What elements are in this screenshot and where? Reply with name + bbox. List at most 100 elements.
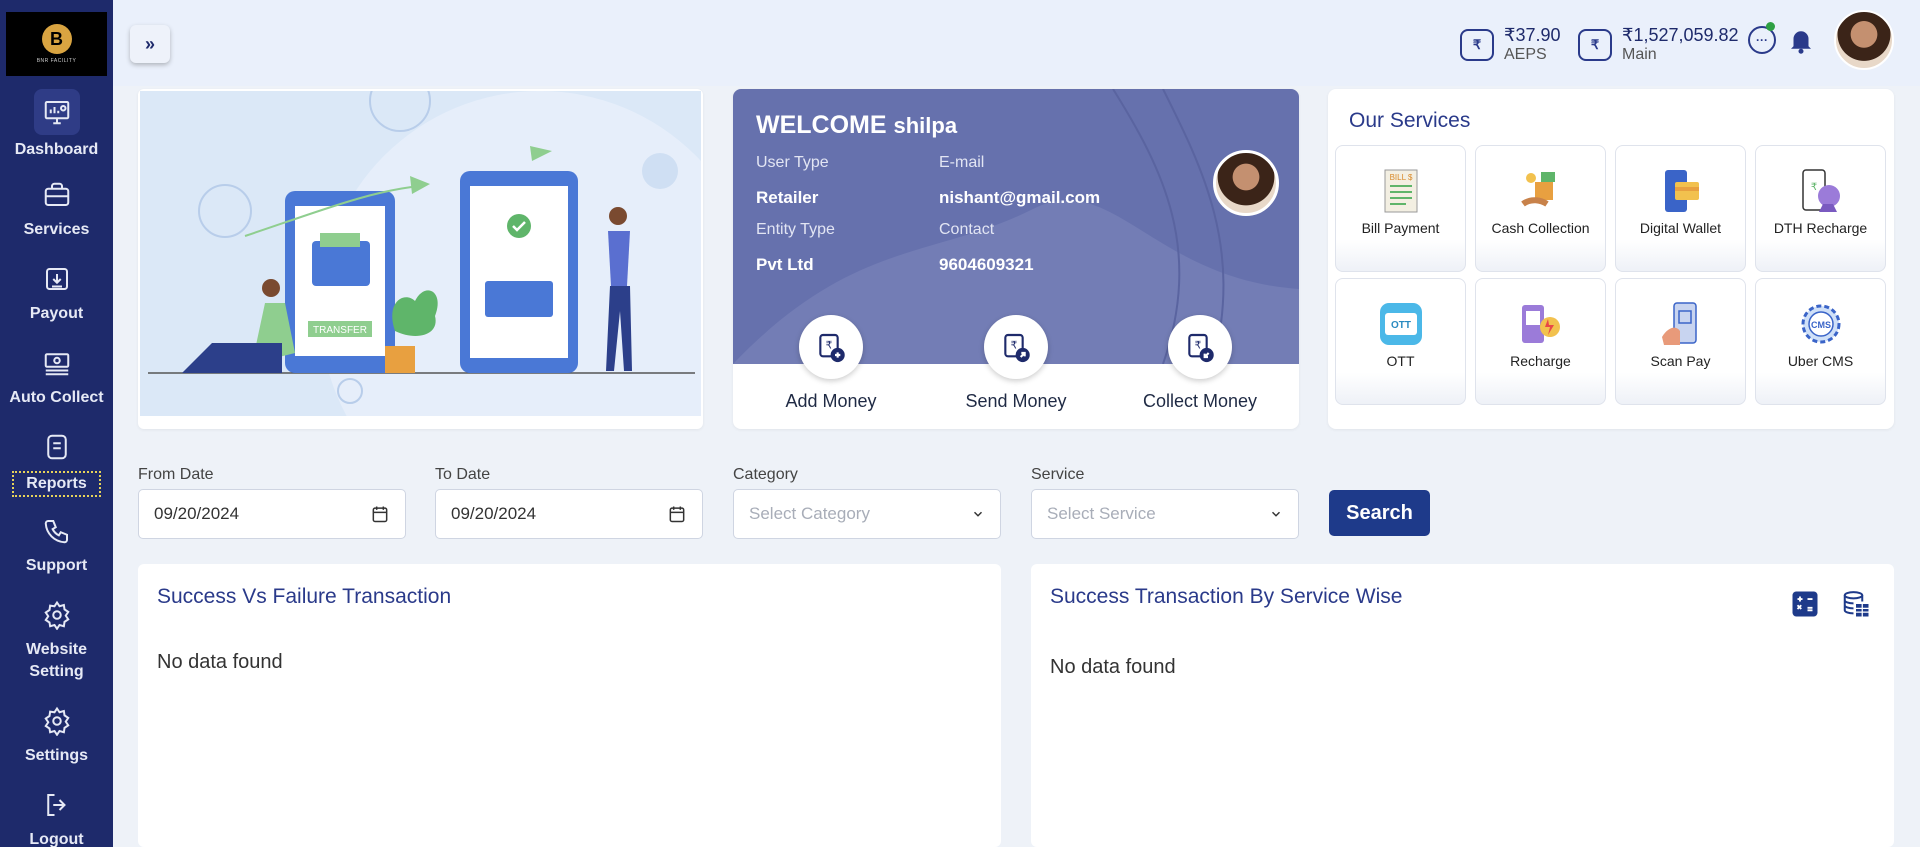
services-card: Our Services BILL $ Bill Payment Cash Co… bbox=[1328, 89, 1894, 429]
sidebar-item-services[interactable]: Services bbox=[0, 175, 113, 241]
sidebar-label: Dashboard bbox=[14, 141, 99, 158]
collect-money-button[interactable]: ₹ Collect Money bbox=[1115, 315, 1285, 412]
welcome-title: WELCOME shilpa bbox=[756, 111, 957, 140]
dashboard-icon bbox=[33, 89, 80, 135]
sidebar-item-logout[interactable]: Logout bbox=[0, 785, 113, 847]
wallet-icon bbox=[1656, 166, 1706, 216]
sidebar-label: Auto Collect bbox=[9, 389, 104, 406]
service-digital-wallet[interactable]: Digital Wallet bbox=[1615, 145, 1746, 272]
service-label: Uber CMS bbox=[1787, 353, 1854, 369]
panel-title: Success Transaction By Service Wise bbox=[1050, 585, 1403, 608]
collect-money-icon: ₹ bbox=[1168, 315, 1232, 379]
entity-type-value: Pvt Ltd bbox=[756, 255, 814, 274]
sidebar-label: Payout bbox=[29, 305, 84, 322]
service-cash-collection[interactable]: Cash Collection bbox=[1475, 145, 1606, 272]
sidebar-toggle-button[interactable]: » bbox=[130, 25, 170, 63]
service-label: DTH Recharge bbox=[1773, 220, 1868, 236]
email-label: E-mail bbox=[939, 154, 985, 171]
send-money-button[interactable]: ₹ Send Money bbox=[931, 315, 1101, 412]
to-date-input[interactable]: 09/20/2024 bbox=[435, 489, 703, 539]
svg-text:₹: ₹ bbox=[1810, 182, 1816, 193]
service-dth-recharge[interactable]: ₹ DTH Recharge bbox=[1755, 145, 1886, 272]
svg-text:₹: ₹ bbox=[1011, 339, 1018, 351]
ott-icon: OTT bbox=[1376, 299, 1426, 349]
welcome-card: WELCOME shilpa User Type E-mail Retailer… bbox=[733, 89, 1299, 429]
reports-icon bbox=[37, 427, 77, 467]
category-label: Category bbox=[733, 466, 798, 483]
service-label: OTT bbox=[1386, 353, 1415, 369]
briefcase-icon bbox=[37, 175, 77, 215]
welcome-heading: WELCOME bbox=[756, 111, 887, 139]
entity-type-label: Entity Type bbox=[756, 221, 835, 238]
wallet-aeps[interactable]: ₹ ₹37.90 AEPS bbox=[1460, 24, 1561, 64]
chevron-down-icon bbox=[971, 507, 985, 521]
send-money-label: Send Money bbox=[965, 391, 1067, 411]
bell-icon[interactable] bbox=[1786, 24, 1816, 56]
from-date-input[interactable]: 09/20/2024 bbox=[138, 489, 406, 539]
sidebar-item-dashboard[interactable]: Dashboard bbox=[0, 89, 113, 161]
send-money-icon: ₹ bbox=[984, 315, 1048, 379]
logout-icon bbox=[37, 785, 77, 825]
cash-icon bbox=[1516, 166, 1566, 216]
phone-icon bbox=[37, 511, 77, 551]
payout-icon bbox=[37, 259, 77, 299]
sidebar-item-payout[interactable]: Payout bbox=[0, 259, 113, 325]
database-table-icon[interactable] bbox=[1841, 589, 1871, 619]
calculator-icon[interactable] bbox=[1790, 589, 1820, 619]
wallet-amount: ₹1,527,059.82 bbox=[1622, 25, 1739, 45]
banner-card: TRANSFER bbox=[138, 89, 703, 429]
svg-text:CMS: CMS bbox=[1811, 320, 1831, 330]
contact-label: Contact bbox=[939, 221, 995, 238]
sidebar-item-auto-collect[interactable]: Auto Collect bbox=[0, 343, 113, 409]
sidebar-item-support[interactable]: Support bbox=[0, 511, 113, 577]
svg-text:BILL $: BILL $ bbox=[1389, 173, 1412, 182]
service-select[interactable]: Select Service bbox=[1031, 489, 1299, 539]
service-label: Cash Collection bbox=[1491, 220, 1590, 236]
from-date-label: From Date bbox=[138, 466, 214, 483]
to-date-label: To Date bbox=[435, 466, 491, 483]
calendar-icon[interactable] bbox=[370, 504, 390, 524]
service-wise-panel: Success Transaction By Service Wise No d… bbox=[1031, 564, 1894, 847]
category-placeholder: Select Category bbox=[749, 504, 870, 523]
auto-collect-icon bbox=[37, 343, 77, 383]
transfer-badge: TRANSFER bbox=[313, 325, 367, 336]
add-money-button[interactable]: ₹ Add Money bbox=[746, 315, 916, 412]
service-placeholder: Select Service bbox=[1047, 504, 1156, 523]
welcome-user: shilpa bbox=[893, 113, 958, 138]
service-scan-pay[interactable]: Scan Pay bbox=[1615, 278, 1746, 405]
empty-state-text: No data found bbox=[1050, 656, 1176, 678]
sidebar-label: Services bbox=[23, 221, 90, 238]
service-recharge[interactable]: Recharge bbox=[1475, 278, 1606, 405]
logo-text: BNR FACILITY bbox=[36, 58, 77, 64]
wallet-amount: ₹37.90 bbox=[1504, 25, 1561, 45]
bill-icon: BILL $ bbox=[1376, 166, 1426, 216]
add-money-icon: ₹ bbox=[799, 315, 863, 379]
services-title: Our Services bbox=[1349, 109, 1471, 132]
sidebar: B BNR FACILITY Dashboard Services Payout… bbox=[0, 0, 113, 847]
sidebar-item-website-setting[interactable]: Website Setting bbox=[0, 595, 113, 683]
wallet-name: Main bbox=[1622, 46, 1657, 63]
user-avatar[interactable] bbox=[1834, 10, 1894, 70]
add-money-label: Add Money bbox=[785, 391, 877, 411]
search-button[interactable]: Search bbox=[1329, 490, 1430, 536]
calendar-icon[interactable] bbox=[667, 504, 687, 524]
to-date-value: 09/20/2024 bbox=[451, 504, 537, 523]
service-label: Bill Payment bbox=[1361, 220, 1440, 236]
svg-text:₹: ₹ bbox=[1195, 339, 1202, 351]
from-date-value: 09/20/2024 bbox=[154, 504, 240, 523]
gear-icon bbox=[37, 595, 77, 635]
wallet-main[interactable]: ₹ ₹1,527,059.82 Main bbox=[1578, 24, 1739, 64]
service-bill-payment[interactable]: BILL $ Bill Payment bbox=[1335, 145, 1466, 272]
category-select[interactable]: Select Category bbox=[733, 489, 1001, 539]
service-ott[interactable]: OTT OTT bbox=[1335, 278, 1466, 405]
logo-mark: B bbox=[41, 24, 72, 54]
sidebar-item-settings[interactable]: Settings bbox=[0, 701, 113, 767]
service-label: Service bbox=[1031, 466, 1085, 483]
contact-value: 9604609321 bbox=[939, 255, 1034, 274]
sidebar-label: Settings bbox=[24, 747, 89, 764]
panel-title: Success Vs Failure Transaction bbox=[157, 585, 452, 608]
sidebar-item-reports[interactable]: Reports bbox=[0, 427, 113, 497]
brand-logo[interactable]: B BNR FACILITY bbox=[6, 12, 107, 76]
service-uber-cms[interactable]: CMS Uber CMS bbox=[1755, 278, 1886, 405]
sidebar-label: Website Setting bbox=[25, 641, 88, 680]
